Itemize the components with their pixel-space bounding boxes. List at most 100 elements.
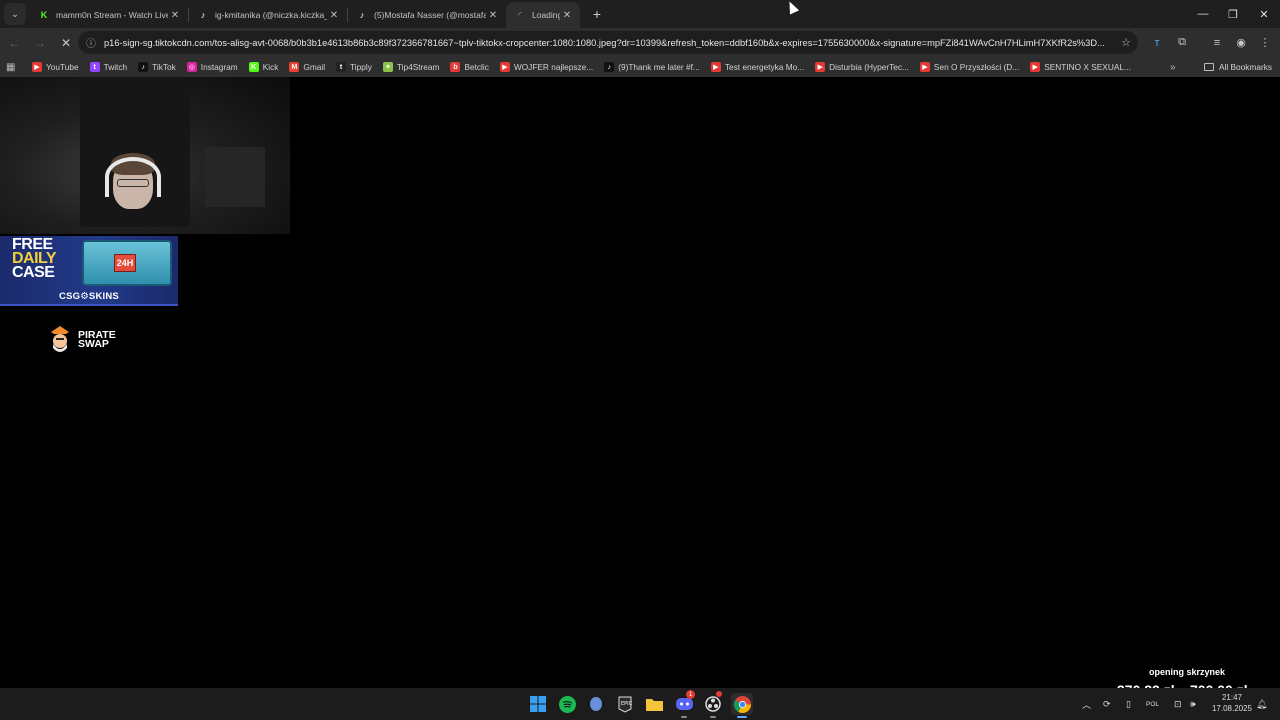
donation-goal-title: opening skrzynek — [1149, 667, 1226, 677]
case-crate-image: 24H — [82, 240, 172, 286]
bookmark-label: Betclic — [464, 62, 489, 72]
epic-games-taskbar-button[interactable]: EPIC — [614, 693, 636, 715]
kebab-menu-icon[interactable]: ⋮ — [1253, 28, 1277, 57]
tab-tiktok-kmitanika[interactable]: ♪ ig-kmitanika (@niczka.kiczka_) ✕ — [189, 2, 347, 28]
bookmark-item[interactable]: M Gmail — [289, 62, 325, 72]
bookmark-item[interactable]: ◎ Instagram — [186, 62, 238, 72]
profile-avatar-icon[interactable]: ◉ — [1229, 28, 1253, 57]
restore-icon: ❐ — [1228, 8, 1238, 21]
bookmark-item[interactable]: ♪ (9)Thank me later #f... — [604, 62, 700, 72]
tab-search-button[interactable]: ⌄ — [4, 3, 26, 25]
stop-loading-button[interactable]: ✕ — [54, 31, 78, 55]
spotify-taskbar-button[interactable] — [556, 693, 578, 715]
chrome-taskbar-button[interactable] — [731, 693, 753, 718]
restore-button[interactable]: ❐ — [1218, 0, 1248, 28]
bookmark-star-icon[interactable]: ☆ — [1114, 36, 1138, 49]
volume-icon[interactable]: 🕪 — [1190, 688, 1196, 720]
close-icon[interactable]: ✕ — [560, 10, 574, 21]
back-button[interactable]: ← — [2, 31, 26, 55]
close-icon[interactable]: ✕ — [168, 10, 182, 21]
translate-extension-icon[interactable]: ᴛ — [1145, 28, 1169, 57]
epic-games-icon: EPIC — [618, 696, 632, 713]
address-bar[interactable]: ⓘ p16-sign-sg.tiktokcdn.com/tos-alisg-av… — [78, 31, 1138, 54]
bookmark-favicon-icon: ▶ — [32, 62, 42, 72]
bookmark-favicon-icon: t — [89, 62, 100, 72]
bookmark-item[interactable]: t Tipply — [336, 62, 372, 72]
extensions-icon[interactable]: ⧉ — [1170, 28, 1194, 57]
windows-taskbar: EPIC 1 ︿ ⟳ ▯ POL ⊡ 🕪 🔔︎ — [0, 688, 1280, 720]
obs-taskbar-button[interactable] — [702, 691, 724, 718]
bookmark-item[interactable]: ▶ SENTINO X SEXUAL... — [1030, 62, 1131, 72]
tiktok-icon: ♪ — [200, 10, 206, 20]
bookmark-item[interactable]: ▶ Sen O Przyszłości (D... — [919, 62, 1019, 72]
tab-tiktok-mostafa[interactable]: ♪ (5)Mostafa Nasser (@mostafa_ ✕ — [348, 2, 506, 28]
bookmark-item[interactable]: ▶ YouTube — [32, 62, 79, 72]
chevron-down-icon: ⌄ — [10, 8, 20, 20]
pirate-mascot-icon — [51, 326, 69, 352]
bookmark-item[interactable]: t Twitch — [89, 62, 127, 72]
file-explorer-taskbar-button[interactable] — [643, 693, 665, 715]
chrome-icon — [733, 695, 751, 713]
close-icon[interactable]: ✕ — [486, 10, 500, 21]
close-window-button[interactable]: ✕ — [1249, 0, 1279, 28]
app-taskbar-button[interactable] — [585, 693, 607, 715]
running-indicator — [710, 716, 716, 718]
mic-tray-icon[interactable]: ▯ — [1126, 688, 1131, 720]
bookmark-item[interactable]: ✦ Tip4Stream — [382, 62, 440, 72]
new-tab-button[interactable]: + — [586, 3, 608, 25]
discord-taskbar-button[interactable]: 1 — [673, 690, 695, 718]
taskbar-clock[interactable]: 21:47 17.08.2025 — [1210, 692, 1254, 714]
close-icon[interactable]: ✕ — [327, 10, 341, 21]
bookmark-item[interactable]: K Kick — [248, 62, 279, 72]
bookmark-favicon-icon: t — [336, 62, 347, 72]
url-text[interactable]: p16-sign-sg.tiktokcdn.com/tos-alisg-avt-… — [104, 38, 1114, 48]
running-indicator — [681, 716, 687, 718]
tab-title: ig-kmitanika (@niczka.kiczka_) — [215, 10, 327, 20]
bookmark-favicon-icon: ▶ — [919, 62, 930, 72]
background-shelf — [205, 147, 265, 207]
kick-icon: K — [40, 10, 48, 20]
bookmark-favicon-icon: ▶ — [499, 62, 510, 72]
arrow-right-icon: → — [34, 35, 46, 50]
tiktok-icon: ♪ — [359, 10, 365, 20]
blue-app-icon — [590, 697, 602, 711]
streamer — [105, 147, 161, 227]
bookmark-item[interactable]: ♪ TikTok — [138, 62, 176, 72]
tray-overflow-button[interactable]: ︿ — [1082, 688, 1091, 720]
bookmark-label: TikTok — [152, 62, 176, 72]
bookmark-favicon-icon: ▶ — [815, 62, 826, 72]
windows-logo-icon — [530, 696, 546, 712]
minimize-icon: — — [1197, 8, 1209, 20]
apps-grid-icon[interactable]: ▦ — [6, 62, 22, 73]
tab-loading[interactable]: ◜ Loading... ✕ — [506, 2, 580, 28]
network-icon[interactable]: ⊡ — [1174, 688, 1182, 720]
forward-button[interactable]: → — [28, 31, 52, 55]
media-controls-icon[interactable]: ≡ — [1205, 28, 1229, 57]
bookmark-label: Gmail — [303, 62, 326, 72]
bookmark-label: Kick — [262, 62, 279, 72]
bookmark-label: Tip4Stream — [396, 62, 440, 72]
bookmark-item[interactable]: b Betclic — [450, 62, 489, 72]
start-button[interactable] — [527, 693, 549, 715]
bookmark-item[interactable]: ▶ WOJFER najlepsze... — [499, 62, 593, 72]
input-language[interactable]: POL — [1146, 688, 1159, 720]
more-bookmarks-chevron-icon[interactable]: » — [1170, 57, 1176, 77]
bookmark-favicon-icon: K — [248, 62, 259, 72]
close-icon: ✕ — [60, 35, 72, 50]
recording-dot-icon — [716, 691, 722, 697]
bookmark-label: Test energetyka Mo... — [724, 62, 805, 72]
site-info-icon[interactable]: ⓘ — [86, 35, 96, 50]
bookmark-label: (9)Thank me later #f... — [618, 62, 700, 72]
sync-tray-icon[interactable]: ⟳ — [1103, 688, 1111, 720]
notifications-bell-icon[interactable]: 🔔︎ — [1256, 688, 1267, 720]
tab-kick-stream[interactable]: K mamm0n Stream - Watch Live o ✕ — [30, 2, 188, 28]
all-bookmarks-button[interactable]: All Bookmarks — [1204, 57, 1272, 77]
browser-toolbar: ← → ✕ ⓘ p16-sign-sg.tiktokcdn.com/tos-al… — [0, 28, 1280, 57]
plus-icon: + — [592, 6, 602, 22]
minimize-button[interactable]: — — [1188, 0, 1218, 28]
bookmark-item[interactable]: ▶ Disturbia (HyperTec... — [815, 62, 909, 72]
free-daily-case-text: FREE DAILY CASE — [12, 237, 57, 281]
spotify-icon — [558, 695, 576, 713]
bookmark-favicon-icon: b — [450, 62, 461, 72]
bookmark-item[interactable]: ▶ Test energetyka Mo... — [710, 62, 805, 72]
